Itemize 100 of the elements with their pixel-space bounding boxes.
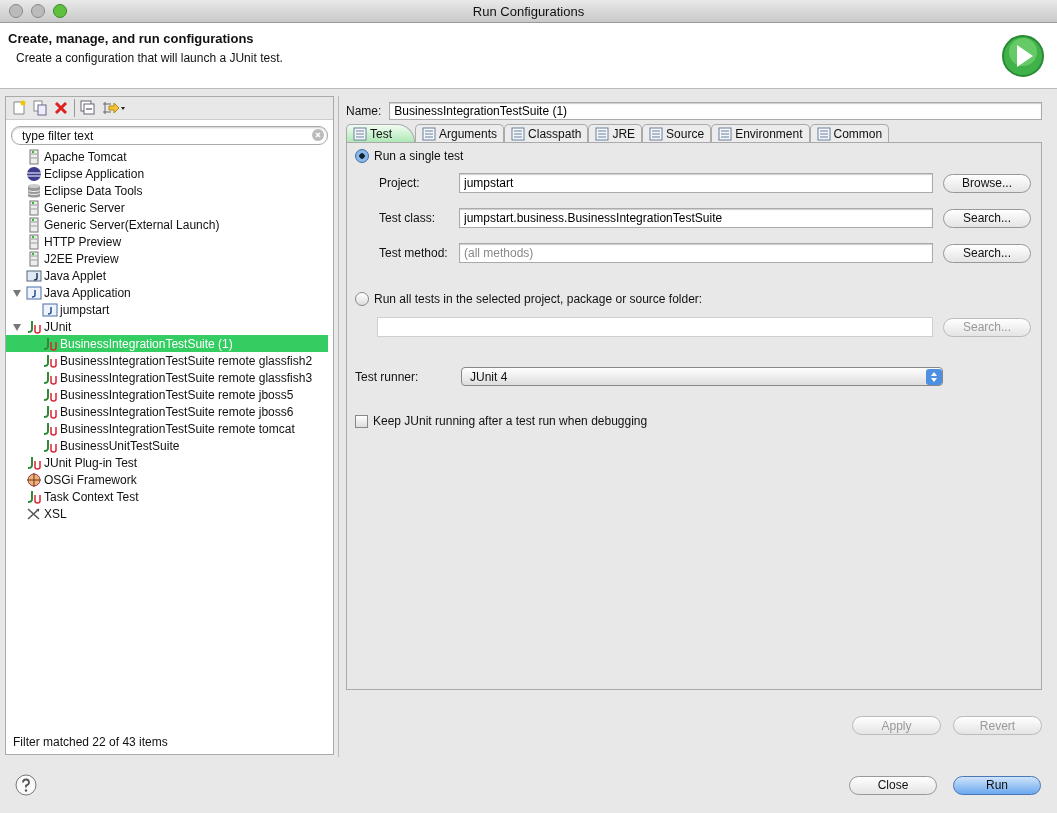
tab-icon bbox=[718, 126, 733, 141]
field-label: Project: bbox=[379, 176, 421, 190]
run-icon bbox=[1001, 33, 1045, 78]
junit-icon bbox=[42, 386, 58, 403]
tree-label: JUnit Plug-in Test bbox=[44, 455, 138, 470]
collapse-all-icon[interactable] bbox=[80, 100, 96, 116]
radio-label: Run all tests in the selected project, package or source folder: bbox=[374, 292, 703, 306]
junit-icon bbox=[42, 420, 58, 437]
tab[interactable]: Classpath bbox=[504, 124, 589, 142]
delete-icon[interactable] bbox=[53, 100, 69, 116]
tree-label: BusinessIntegrationTestSuite remote glassfish3 bbox=[60, 370, 313, 385]
tree-label: XSL bbox=[44, 506, 67, 521]
help-icon[interactable] bbox=[15, 774, 37, 796]
tab-icon bbox=[422, 126, 436, 141]
tree-label: Task Context Test bbox=[44, 489, 139, 504]
tree-label: jumpstart bbox=[60, 302, 110, 317]
name-label: Name: bbox=[346, 104, 382, 118]
junit-icon bbox=[42, 369, 58, 386]
name-field[interactable]: BusinessIntegrationTestSuite (1) bbox=[389, 102, 1042, 120]
tree-label: BusinessIntegrationTestSuite remote jboss5 bbox=[60, 387, 294, 402]
expand-arrow-icon[interactable] bbox=[12, 287, 22, 298]
tab[interactable]: Test bbox=[346, 124, 415, 142]
tree-item[interactable]: JUnit Plug-in Test bbox=[6, 454, 333, 471]
server-icon bbox=[26, 148, 42, 165]
filter-field[interactable]: type filter text bbox=[11, 126, 328, 145]
tree-item[interactable]: Java Application bbox=[6, 284, 333, 301]
tree-item[interactable]: BusinessIntegrationTestSuite remote glassfish3 bbox=[6, 369, 333, 386]
tree-item[interactable]: XSL bbox=[6, 505, 333, 522]
filter-icon[interactable] bbox=[101, 100, 125, 116]
clear-icon[interactable] bbox=[312, 129, 324, 141]
filter-status: Filter matched 22 of 43 items bbox=[12, 735, 169, 751]
tree-item[interactable]: Task Context Test bbox=[6, 488, 333, 505]
browse-button[interactable]: Search... bbox=[943, 243, 1031, 263]
crossed-arrows-icon bbox=[26, 505, 42, 522]
new-file-icon[interactable] bbox=[11, 100, 27, 116]
tree-item[interactable]: BusinessIntegrationTestSuite remote jboss5 bbox=[6, 386, 333, 403]
tree-item[interactable]: jumpstart bbox=[6, 301, 333, 318]
tree-label: Generic Server bbox=[44, 200, 125, 215]
tree-item[interactable]: Apache Tomcat bbox=[6, 148, 333, 165]
tree-item[interactable]: Eclipse Application bbox=[6, 165, 333, 182]
tab[interactable]: Environment bbox=[711, 124, 810, 142]
run-button[interactable]: Run bbox=[953, 775, 1041, 795]
junit-icon bbox=[26, 454, 42, 471]
tab-icon bbox=[511, 126, 526, 141]
tree-label: Java Application bbox=[44, 285, 131, 300]
tree-label: Eclipse Data Tools bbox=[44, 183, 143, 198]
field-label: Test class: bbox=[379, 211, 436, 225]
junit-icon bbox=[42, 403, 58, 420]
browse-button[interactable]: Browse... bbox=[943, 173, 1031, 193]
tree-label: BusinessIntegrationTestSuite (1) bbox=[60, 336, 233, 351]
tree-label: Eclipse Application bbox=[44, 166, 145, 181]
tree-label: BusinessIntegrationTestSuite remote jboss6 bbox=[60, 404, 294, 419]
zoom-window-button[interactable] bbox=[53, 4, 67, 18]
tree-label: BusinessUnitTestSuite bbox=[60, 438, 180, 453]
browse-button[interactable]: Search... bbox=[943, 208, 1031, 228]
tree-item[interactable]: Java Applet bbox=[6, 267, 333, 284]
tab[interactable]: Common bbox=[809, 124, 890, 142]
tree-label: HTTP Preview bbox=[44, 234, 122, 249]
checkbox[interactable] bbox=[355, 414, 368, 428]
input-field[interactable]: jumpstart.business.BusinessIntegrationTestSuite bbox=[459, 208, 933, 228]
tree-item[interactable]: Generic Server bbox=[6, 199, 333, 216]
server-icon bbox=[26, 250, 42, 267]
tab-icon bbox=[649, 126, 664, 141]
tab[interactable]: Source bbox=[642, 124, 712, 142]
tree-item[interactable]: JUnit bbox=[6, 318, 333, 335]
tree-label: BusinessIntegrationTestSuite remote glassfish2 bbox=[60, 353, 313, 368]
tree-item[interactable]: BusinessIntegrationTestSuite remote jboss6 bbox=[6, 403, 333, 420]
input-field[interactable]: jumpstart bbox=[459, 173, 933, 193]
close-button[interactable]: Close bbox=[849, 775, 937, 795]
tree-item[interactable]: HTTP Preview bbox=[6, 233, 333, 250]
tree-label: BusinessIntegrationTestSuite remote tomcat bbox=[60, 421, 295, 436]
radio-label: Run a single test bbox=[374, 149, 464, 163]
tree-item[interactable]: Eclipse Data Tools bbox=[6, 182, 333, 199]
tab[interactable]: Arguments bbox=[415, 124, 505, 142]
tree-item[interactable]: BusinessIntegrationTestSuite remote glassfish2 bbox=[6, 352, 333, 369]
tab-icon bbox=[595, 126, 610, 141]
close-window-button[interactable] bbox=[9, 4, 23, 18]
junit-icon bbox=[26, 318, 42, 335]
tree-item[interactable]: J2EE Preview bbox=[6, 250, 333, 267]
target-icon bbox=[26, 471, 42, 488]
junit-icon bbox=[42, 335, 58, 352]
tree-label: J2EE Preview bbox=[44, 251, 119, 266]
tree-label: Apache Tomcat bbox=[44, 149, 127, 164]
tree-item[interactable]: BusinessUnitTestSuite bbox=[6, 437, 333, 454]
minimize-window-button[interactable] bbox=[31, 4, 45, 18]
tree-item[interactable]: BusinessIntegrationTestSuite remote tomcat bbox=[6, 420, 333, 437]
test-runner-dropdown[interactable]: JUnit 4 bbox=[461, 367, 943, 386]
field-label: Test runner: bbox=[355, 369, 420, 384]
radio-button[interactable] bbox=[355, 149, 369, 163]
tab-icon bbox=[353, 126, 367, 141]
tree-item[interactable]: OSGi Framework bbox=[6, 471, 333, 488]
tab[interactable]: JRE bbox=[588, 124, 643, 142]
java-file-icon bbox=[26, 284, 42, 301]
tree-label: JUnit bbox=[44, 319, 72, 334]
copy-icon[interactable] bbox=[32, 100, 48, 116]
input-field[interactable]: (all methods) bbox=[459, 243, 933, 263]
tree-item[interactable]: Generic Server(External Launch) bbox=[6, 216, 333, 233]
field-label: Test method: bbox=[379, 246, 449, 260]
expand-arrow-icon[interactable] bbox=[12, 321, 22, 332]
server-icon bbox=[26, 199, 42, 216]
